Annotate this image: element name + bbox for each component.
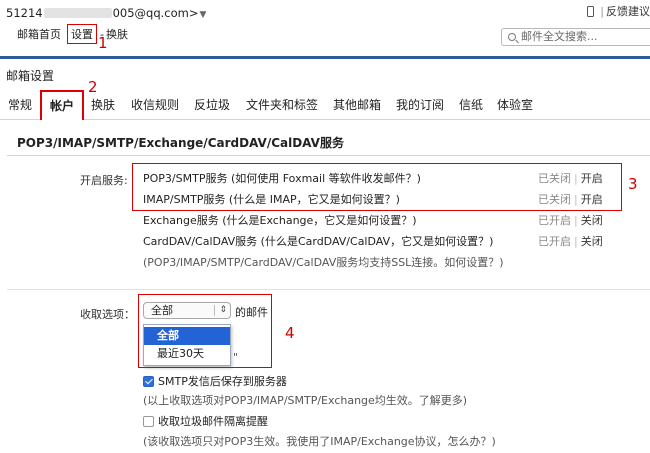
mailbox-home-link[interactable]: 邮箱首页: [17, 28, 61, 41]
tab-folders-labels[interactable]: 文件夹和标签: [246, 96, 318, 113]
settings-link[interactable]: 设置: [67, 24, 97, 44]
search-icon: [508, 33, 516, 41]
enable-service-label: 开启服务:: [80, 174, 128, 187]
divider: |: [574, 235, 578, 248]
chevron-down-icon[interactable]: ▼: [200, 10, 207, 20]
ssl-note[interactable]: (POP3/IMAP/SMTP/CardDAV/CalDAV服务均支持SSL连接…: [143, 254, 504, 270]
header-rule: [0, 56, 650, 59]
spam-isolate-checkbox[interactable]: [143, 416, 154, 427]
account-menu[interactable]: 51214 005@qq.com>▼: [6, 6, 206, 20]
page-title: 邮箱设置: [6, 69, 55, 83]
tab-stationery[interactable]: 信纸: [459, 96, 483, 113]
status-label: 已开启: [538, 235, 571, 248]
annotation-3: 3: [628, 175, 638, 193]
highlight-box-3: [132, 163, 622, 211]
section-rule: [7, 155, 650, 156]
section-title: POP3/IMAP/SMTP/Exchange/CardDAV/CalDAV服务: [17, 136, 344, 150]
search-input[interactable]: 邮件全文搜索...: [501, 28, 650, 46]
service-exchange: Exchange服务 (什么是Exchange，它又是如何设置？): [143, 214, 417, 227]
redacted-block: [43, 8, 112, 18]
spam-isolate-label: 收取垃圾邮件隔离提醒: [158, 415, 268, 428]
fetch-options-note[interactable]: (以上收取选项对POP3/IMAP/SMTP/Exchange均生效。了解更多): [143, 392, 467, 408]
tab-labs[interactable]: 体验室: [497, 96, 533, 113]
highlight-box-4: [138, 294, 272, 368]
disable-carddav-button[interactable]: 关闭: [581, 235, 603, 248]
feedback-link[interactable]: 反馈建议: [606, 5, 650, 18]
smtp-save-option[interactable]: SMTP发信后保存到服务器: [143, 373, 287, 389]
account-suffix: 005@qq.com>: [112, 6, 199, 20]
disable-exchange-button[interactable]: 关闭: [581, 214, 603, 227]
section-rule: [7, 289, 650, 290]
top-right-links: | 反馈建议: [587, 3, 650, 19]
account-prefix: 51214: [6, 6, 43, 20]
annotation-2: 2: [88, 78, 98, 96]
smtp-save-label: SMTP发信后保存到服务器: [158, 375, 287, 388]
annotation-4: 4: [285, 324, 295, 342]
tab-account[interactable]: 帐户: [40, 90, 85, 120]
status-exchange: 已开启 | 关闭: [538, 212, 603, 228]
divider: |: [574, 214, 578, 227]
fetch-options-label: 收取选项：: [80, 308, 135, 321]
skin-link[interactable]: 换肤: [106, 28, 128, 41]
smtp-save-checkbox[interactable]: [143, 376, 154, 387]
tab-other-mailboxes[interactable]: 其他邮箱: [333, 96, 381, 113]
spam-isolate-option[interactable]: 收取垃圾邮件隔离提醒: [143, 413, 268, 429]
status-carddav-caldav: 已开启 | 关闭: [538, 233, 603, 249]
tab-anti-spam[interactable]: 反垃圾: [194, 96, 230, 113]
tab-subscriptions[interactable]: 我的订阅: [396, 96, 444, 113]
phone-icon[interactable]: [587, 6, 595, 17]
tab-inbox-rules[interactable]: 收信规则: [131, 96, 179, 113]
tab-skin[interactable]: 换肤: [91, 96, 115, 113]
service-carddav-caldav: CardDAV/CalDAV服务 (什么是CardDAV/CalDAV，它又是如…: [143, 235, 494, 248]
search-placeholder: 邮件全文搜索...: [521, 30, 598, 43]
annotation-1: 1: [98, 34, 108, 52]
breadcrumb: 邮箱首页 设置 - 换肤: [17, 24, 134, 44]
status-label: 已开启: [538, 214, 571, 227]
tab-general[interactable]: 常规: [8, 96, 32, 113]
divider: |: [600, 5, 604, 18]
pop3-only-note[interactable]: (该收取选项只对POP3生效。我使用了IMAP/Exchange协议，怎么办？): [143, 433, 496, 449]
